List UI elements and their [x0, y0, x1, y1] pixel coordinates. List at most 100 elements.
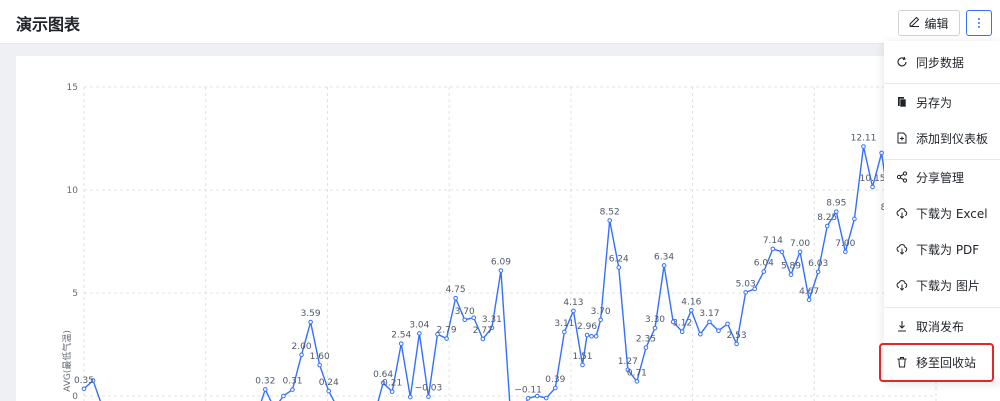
data-point — [770, 246, 776, 252]
data-label: 0.71 — [627, 368, 647, 378]
data-point — [688, 308, 694, 313]
page-title: 演示图表 — [16, 15, 81, 34]
data-point — [317, 362, 322, 368]
data-point — [553, 385, 558, 391]
data-label: 4.16 — [681, 297, 701, 307]
menu-item-label: 另存为 — [916, 95, 953, 110]
data-label: 7.00 — [790, 239, 810, 249]
data-label: 2.77 — [473, 326, 493, 336]
menu-item-share-manage[interactable]: 分享管理 — [884, 165, 1000, 189]
menu-item-add-to-dashboard[interactable]: 添加到仪表板 — [884, 126, 1000, 150]
y-tick-label: 15 — [67, 83, 78, 93]
data-point — [389, 389, 395, 394]
menu-item-label: 添加到仪表板 — [916, 131, 989, 146]
edit-button-label: 编辑 — [924, 16, 949, 31]
data-label: 1.60 — [310, 352, 330, 362]
data-point — [453, 295, 458, 301]
data-point — [593, 333, 599, 339]
unpublish-icon — [896, 320, 908, 332]
refresh-icon — [896, 56, 908, 68]
copy-icon — [896, 96, 908, 108]
data-point — [734, 341, 739, 347]
menu-item-save-as[interactable]: 另存为 — [884, 90, 1000, 114]
data-label: 10.15 — [860, 174, 886, 184]
data-label: 0.31 — [282, 377, 302, 387]
data-label: 2.79 — [437, 326, 457, 336]
data-point — [584, 332, 590, 338]
menu-item-label: 下载为 图片 — [916, 278, 980, 293]
menu-item-download-excel[interactable]: 下载为 Excel — [884, 201, 1000, 225]
data-label: 4.67 — [799, 287, 819, 297]
data-point — [607, 218, 613, 223]
data-label: 6.03 — [808, 259, 828, 269]
data-point — [779, 249, 785, 255]
data-point — [761, 269, 767, 274]
menu-item-download-image[interactable]: 下载为 图片 — [884, 273, 1000, 297]
highlight-box — [879, 343, 994, 382]
data-point — [643, 345, 649, 350]
y-axis-title: AVG(最低气温) — [61, 330, 73, 392]
data-point — [398, 341, 404, 346]
data-label: 4.13 — [563, 298, 583, 308]
data-point — [661, 263, 667, 268]
data-point — [525, 395, 531, 401]
menu-divider — [884, 159, 1000, 160]
menu-item-download-pdf[interactable]: 下载为 PDF — [884, 237, 1000, 261]
menu-divider — [884, 83, 1000, 84]
data-label: 2.35 — [636, 335, 656, 345]
data-label: 0.32 — [255, 376, 275, 386]
data-point — [815, 269, 821, 275]
cloud-download-icon — [896, 243, 908, 255]
data-label: 3.12 — [672, 319, 692, 329]
data-point — [290, 387, 295, 392]
data-point — [589, 333, 594, 339]
data-label: 1.51 — [572, 352, 592, 362]
data-point — [843, 249, 848, 255]
data-label: 2.00 — [292, 342, 312, 352]
data-label: 3.30 — [645, 315, 665, 325]
data-point — [852, 216, 857, 222]
data-label: 0.39 — [545, 375, 565, 385]
menu-item-sync-data[interactable]: 同步数据 — [884, 50, 1000, 74]
share-icon — [896, 171, 908, 183]
data-label: 2.53 — [727, 331, 747, 341]
data-label: −0.11 — [514, 385, 542, 395]
y-tick-label: 5 — [72, 289, 78, 299]
data-point — [716, 328, 721, 333]
data-point — [861, 144, 866, 149]
data-point — [299, 352, 304, 358]
data-point — [262, 387, 268, 392]
menu-item-label: 同步数据 — [916, 55, 965, 70]
data-label: 0.24 — [319, 378, 339, 388]
menu-item-label: 下载为 PDF — [916, 242, 980, 257]
chart-header: 演示图表 编辑 — [0, 0, 1000, 44]
data-point — [81, 386, 87, 392]
data-point — [462, 317, 467, 323]
edit-button[interactable]: 编辑 — [898, 10, 960, 36]
data-label: 7.14 — [763, 236, 783, 246]
data-label: 8.52 — [600, 207, 620, 217]
data-label: 3.70 — [591, 307, 611, 317]
data-label: 3.17 — [699, 309, 719, 319]
menu-item-label: 取消发布 — [916, 319, 965, 334]
data-point — [281, 393, 286, 399]
data-point — [417, 331, 422, 336]
menu-item-unpublish[interactable]: 取消发布 — [884, 314, 1000, 338]
data-point — [788, 272, 794, 277]
add-doc-icon — [896, 132, 908, 144]
data-label: 3.70 — [455, 307, 475, 317]
pencil-icon — [909, 16, 920, 30]
data-point — [725, 321, 730, 327]
data-label: 5.03 — [736, 279, 756, 289]
more-options-button[interactable] — [966, 10, 992, 36]
data-label: 2.54 — [391, 331, 411, 341]
data-label: 6.24 — [609, 254, 629, 264]
data-label: 7.00 — [835, 239, 855, 249]
data-point — [444, 336, 449, 341]
line-chart: 0 5 10 15 AVG(最低气温) 0.35 0.32 0.31 2.00 3.59 1.60 0… — [61, 56, 939, 401]
data-point — [407, 394, 413, 400]
data-point — [698, 331, 703, 337]
data-point — [806, 297, 812, 303]
data-label: 3.04 — [409, 320, 429, 330]
cloud-download-icon — [896, 207, 908, 219]
